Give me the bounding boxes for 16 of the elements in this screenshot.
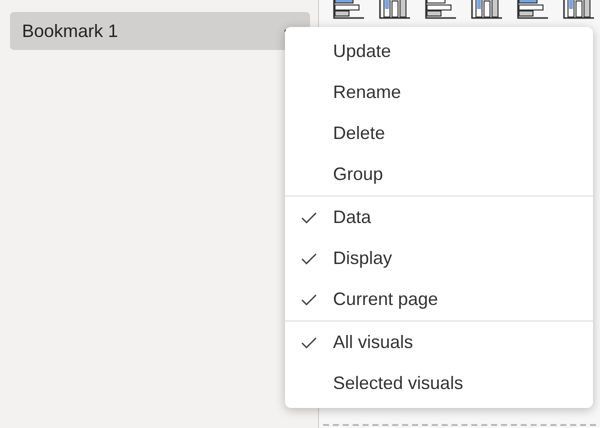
bar-chart-icon[interactable] (425, 0, 457, 19)
bar-chart-icon[interactable] (333, 0, 365, 19)
menu-item[interactable]: Delete (285, 113, 593, 154)
bar-chart-icon[interactable] (517, 0, 549, 19)
menu-item[interactable]: Current page (285, 279, 593, 320)
menu-item[interactable]: Display (285, 238, 593, 279)
column-chart-icon[interactable] (563, 0, 595, 19)
menu-item[interactable]: Data (285, 197, 593, 238)
column-chart-icon[interactable] (379, 0, 411, 19)
menu-item[interactable]: Selected visuals (285, 363, 593, 404)
menu-item[interactable]: Rename (285, 72, 593, 113)
menu-item[interactable]: Group (285, 154, 593, 195)
column-chart-icon[interactable] (471, 0, 503, 19)
menu-item[interactable]: All visuals (285, 322, 593, 363)
bookmark-label: Bookmark 1 (22, 20, 118, 42)
bookmark-item[interactable]: Bookmark 1 (10, 12, 310, 50)
